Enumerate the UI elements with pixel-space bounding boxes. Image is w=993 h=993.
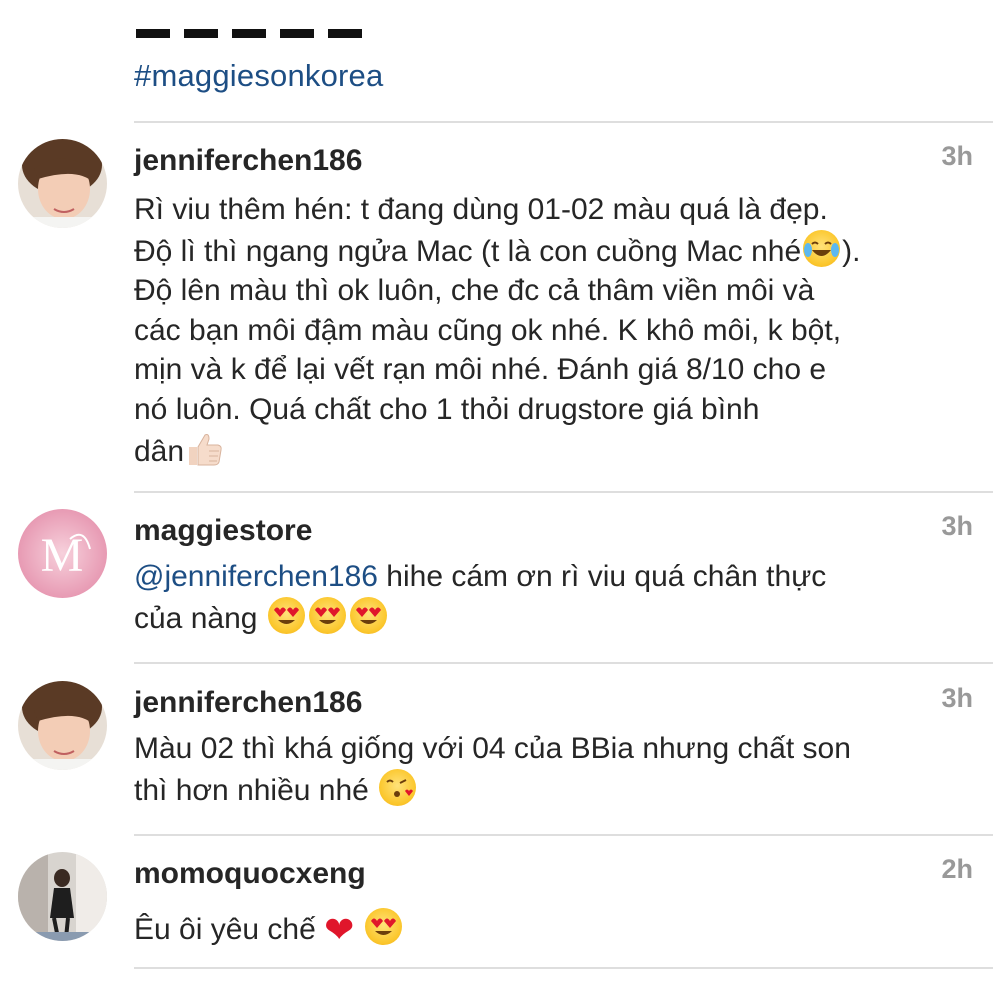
comment-username[interactable]: jenniferchen186 (134, 686, 362, 720)
mention-link[interactable]: @jenniferchen186 (134, 560, 378, 593)
comment-text: @jenniferchen186 hihe cám ơn rì viu quá … (134, 557, 974, 638)
divider (134, 491, 993, 493)
divider (134, 662, 993, 664)
avatar[interactable] (18, 681, 107, 770)
divider (134, 967, 993, 969)
thumbs-up-emoji (185, 429, 225, 480)
comment-text: Êu ôi yêu chế ❤ (134, 908, 974, 950)
hashtag-link[interactable]: #maggiesonkorea (134, 58, 383, 94)
comment-timestamp: 3h (941, 141, 973, 171)
dash (184, 29, 218, 38)
comment-timestamp: 3h (941, 511, 973, 541)
comment-line: Màu 02 thì khá giống với 04 của BBia như… (134, 732, 851, 765)
comment-line: các bạn môi đậm màu cũng ok nhé. K khô m… (134, 313, 842, 347)
face-blowing-kiss-emoji (379, 768, 417, 806)
comment-line: Rì viu thêm hén: t đang dùng 01-02 màu q… (134, 193, 828, 226)
heart-eyes-emoji (349, 596, 387, 634)
comment-line: Êu ôi yêu chế ❤ (134, 908, 974, 950)
comment-line: nó luôn. Quá chất cho 1 thỏi drugstore g… (134, 392, 760, 426)
comment-line: Độ lì thì ngang ngửa Mac (t là con cuồng… (134, 229, 974, 272)
red-heart-emoji: ❤ (324, 909, 355, 950)
decorative-dashes (136, 29, 368, 39)
avatar[interactable]: M (18, 509, 107, 598)
comment-username[interactable]: momoquocxeng (134, 857, 366, 891)
comment-line: của nàng (134, 596, 974, 639)
dash (328, 29, 362, 38)
avatar[interactable] (18, 139, 107, 228)
heart-eyes-emoji (267, 596, 305, 634)
comment-line: dân (134, 429, 974, 480)
dash (136, 29, 170, 38)
comment-timestamp: 2h (941, 854, 973, 884)
avatar[interactable] (18, 852, 107, 941)
comment-text: Rì viu thêm hén: t đang dùng 01-02 màu q… (134, 190, 974, 480)
comment-timestamp: 3h (941, 683, 973, 713)
dash (280, 29, 314, 38)
comment-line: Độ lên màu thì ok luôn, che đc cả thâm v… (134, 274, 815, 307)
dash (232, 29, 266, 38)
comment-username[interactable]: maggiestore (134, 514, 312, 548)
heart-eyes-emoji (308, 596, 346, 634)
heart-eyes-emoji (364, 908, 402, 945)
comment-line: thì hơn nhiều nhé (134, 768, 974, 811)
divider (134, 834, 993, 836)
face-with-tears-of-joy-emoji (803, 229, 841, 267)
comment-text: Màu 02 thì khá giống với 04 của BBia như… (134, 729, 974, 810)
comment-line: @jenniferchen186 hihe cám ơn rì viu quá … (134, 560, 827, 593)
divider (134, 121, 993, 123)
comment-username[interactable]: jenniferchen186 (134, 144, 362, 178)
comment-line: mịn và k để lại vết rạn môi nhé. Đánh gi… (134, 353, 827, 386)
svg-text:M: M (41, 529, 84, 582)
